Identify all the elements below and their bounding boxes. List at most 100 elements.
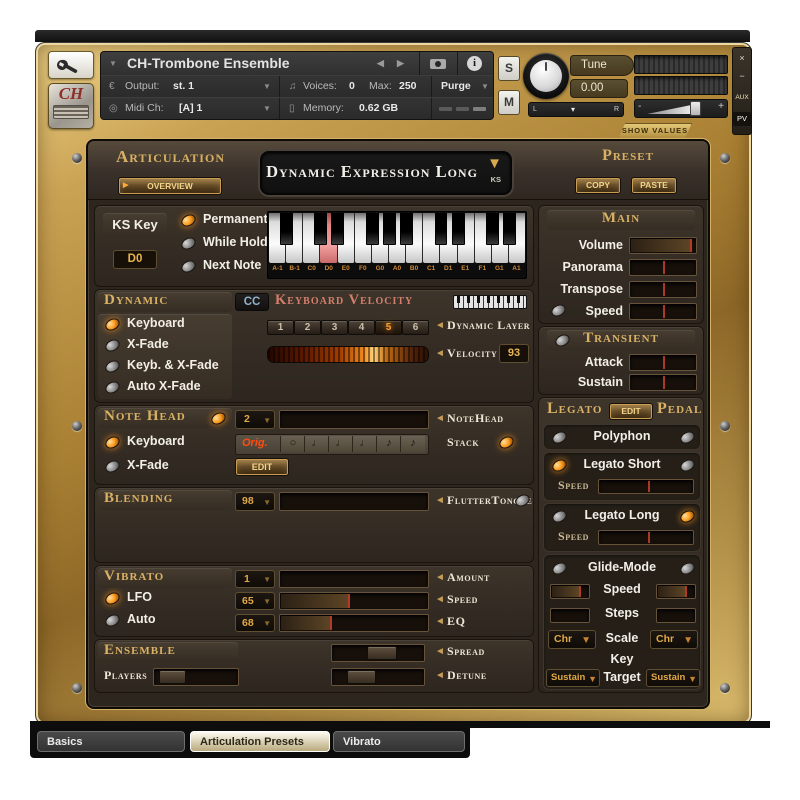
ks-piano[interactable]: A-1B-1C0D0E0F0G0A0B0C1D1E1F1G1A1 [267, 211, 527, 279]
piano-black-key[interactable] [452, 213, 465, 245]
vibrato-speed-slider[interactable] [279, 592, 429, 610]
layer-button-1[interactable]: 1 [267, 320, 294, 335]
tab-articulation-presets[interactable]: Articulation Presets [190, 731, 330, 752]
ks-option-permanent[interactable]: Permanent [203, 212, 268, 226]
wrench-button[interactable] [48, 51, 94, 79]
note-head-dropdown[interactable]: 2 ▼ [235, 410, 275, 429]
note-glyph-whole[interactable]: ○ [280, 436, 305, 452]
layer-button-2[interactable]: 2 [294, 320, 321, 335]
info-button[interactable]: i [457, 52, 493, 75]
vibrato-eq-slider[interactable] [279, 614, 429, 632]
note-glyph-half[interactable]: ♩ [304, 436, 329, 452]
blending-slider[interactable] [279, 492, 429, 511]
note-head-edit-button[interactable]: EDIT [235, 458, 289, 476]
purge-dropdown-icon[interactable]: ▼ [481, 76, 489, 97]
ks-option-next-note[interactable]: Next Note [203, 258, 261, 272]
main-speed-slider[interactable] [629, 303, 697, 320]
note-head-option-keyboard[interactable]: Keyboard [127, 434, 185, 448]
spread-slider[interactable] [331, 644, 425, 662]
volume-minus[interactable]: - [638, 101, 641, 112]
legato-long-label[interactable]: Legato Long [544, 508, 700, 522]
note-glyph-eighth[interactable]: ♪ [400, 436, 425, 452]
piano-black-key[interactable] [383, 213, 396, 245]
piano-black-key[interactable] [435, 213, 448, 245]
piano-black-key[interactable] [280, 213, 293, 245]
dynamic-option-xfade[interactable]: X-Fade [127, 337, 169, 351]
stack-led[interactable] [497, 434, 515, 451]
cc-button[interactable]: CC [235, 293, 269, 311]
attack-slider[interactable] [629, 354, 697, 371]
overview-button[interactable]: ▶ OVERVIEW [118, 177, 222, 195]
piano-black-key[interactable] [400, 213, 413, 245]
midi-value[interactable]: [A] 1 [179, 98, 202, 119]
note-head-keyboard-led[interactable] [103, 434, 121, 451]
sustain-slider[interactable] [629, 374, 697, 391]
note-glyph-quarter[interactable]: ♩ [352, 436, 377, 452]
prev-instrument-icon[interactable]: ◀ [377, 52, 384, 75]
dynamic-option-keyboard[interactable]: Keyboard [127, 316, 185, 330]
lfo-led[interactable] [103, 590, 121, 607]
layer-button-4[interactable]: 4 [348, 320, 375, 335]
next-instrument-icon[interactable]: ▶ [397, 52, 404, 75]
ks-next-note-led[interactable] [179, 258, 197, 275]
layer-button-6[interactable]: 6 [402, 320, 429, 335]
piano-black-key[interactable] [366, 213, 379, 245]
purge-button[interactable]: Purge [441, 76, 471, 97]
piano-black-key[interactable] [486, 213, 499, 245]
main-panorama-slider[interactable] [629, 259, 697, 276]
close-button[interactable]: × [733, 52, 751, 64]
tune-knob[interactable] [523, 53, 569, 99]
tab-basics[interactable]: Basics [37, 731, 185, 752]
glide-speed-slider-right[interactable] [656, 584, 696, 599]
polyphon-label[interactable]: Polyphon [544, 429, 700, 443]
main-volume-slider[interactable] [629, 237, 697, 254]
ks-permanent-led[interactable] [179, 212, 197, 229]
volume-slider[interactable]: - + [634, 99, 728, 118]
instrument-dropdown-icon[interactable]: ▼ [109, 52, 117, 75]
orig-note-strip[interactable]: Orig. ○ ♩ ♩ ♩ ♪ ♪ [235, 434, 429, 455]
orig-label[interactable]: Orig. [242, 437, 268, 449]
copy-button[interactable]: COPY [575, 177, 621, 194]
solo-button[interactable]: S [498, 56, 520, 81]
dynamic-option-auto-xfade[interactable]: Auto X-Fade [127, 379, 201, 393]
vibrato-eq-dropdown[interactable]: 68 ▼ [235, 614, 275, 632]
scale-dropdown-right[interactable]: Chr ▼ [650, 630, 698, 649]
legato-long-speed-slider[interactable] [598, 530, 694, 545]
tune-value[interactable]: 0.00 [570, 79, 628, 98]
mute-button[interactable]: M [498, 90, 520, 115]
main-transpose-slider[interactable] [629, 281, 697, 298]
lfo-label[interactable]: LFO [127, 590, 152, 604]
note-head-option-xfade[interactable]: X-Fade [127, 458, 169, 472]
snapshot-camera-button[interactable] [419, 52, 457, 75]
output-value[interactable]: st. 1 [173, 76, 194, 97]
layer-button-3[interactable]: 3 [321, 320, 348, 335]
glide-steps-slider-right[interactable] [656, 608, 696, 623]
detune-slider[interactable] [331, 668, 425, 686]
ks-key-value[interactable]: D0 [113, 250, 157, 269]
note-glyph-quarter[interactable]: ♩ [328, 436, 353, 452]
auto-label[interactable]: Auto [127, 612, 155, 626]
note-glyph-eighth[interactable]: ♪ [376, 436, 401, 452]
ks-while-hold-led[interactable] [179, 235, 197, 252]
vibrato-amount-slider[interactable] [279, 570, 429, 588]
piano-black-key[interactable] [331, 213, 344, 245]
vibrato-amount-dropdown[interactable]: 1 ▼ [235, 570, 275, 588]
max-value[interactable]: 250 [399, 76, 417, 97]
blending-dropdown[interactable]: 98 ▼ [235, 492, 275, 511]
piano-black-key[interactable] [503, 213, 516, 245]
output-dropdown-icon[interactable]: ▼ [263, 76, 271, 97]
legato-edit-button[interactable]: EDIT [609, 403, 653, 420]
auto-led[interactable] [103, 612, 121, 629]
note-head-xfade-led[interactable] [103, 458, 121, 475]
velocity-gradient-bar[interactable] [267, 346, 429, 363]
midi-dropdown-icon[interactable]: ▼ [263, 98, 271, 119]
legato-short-label[interactable]: Legato Short [544, 457, 700, 471]
velocity-value[interactable]: 93 [499, 344, 529, 363]
piano-black-key[interactable] [314, 213, 327, 245]
target-dropdown-right[interactable]: Sustain ▼ [646, 669, 700, 687]
tab-vibrato[interactable]: Vibrato [333, 731, 465, 752]
pv-button[interactable]: PV [733, 112, 751, 126]
dynamic-option-keyb-xfade[interactable]: Keyb. & X-Fade [127, 358, 219, 372]
volume-plus[interactable]: + [718, 101, 724, 112]
minimize-button[interactable]: − [733, 70, 751, 82]
